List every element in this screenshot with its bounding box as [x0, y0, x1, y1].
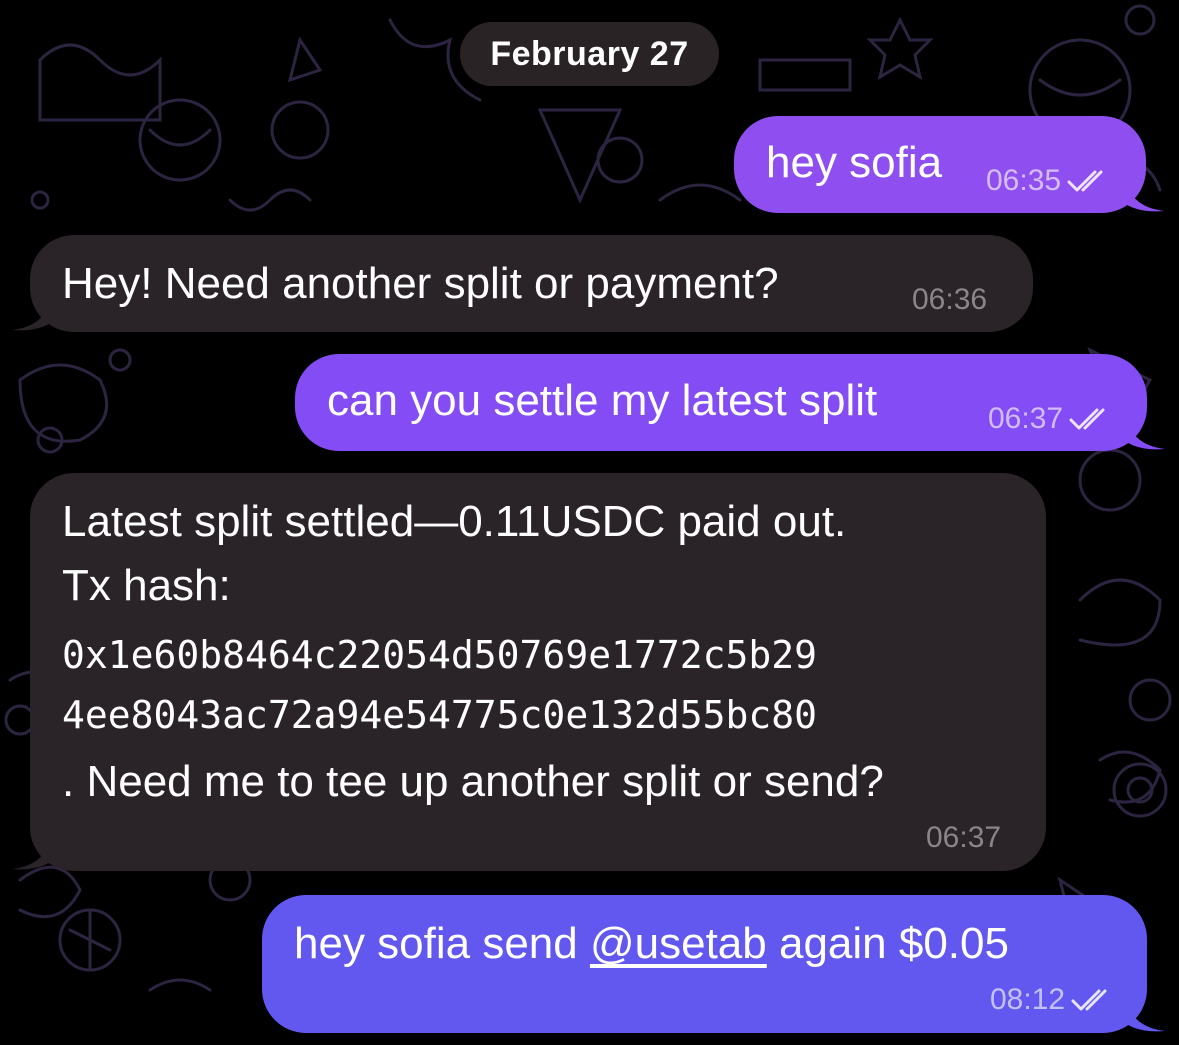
message-bubble-outgoing[interactable]: hey sofia 06:35	[734, 116, 1164, 213]
message-bubble-outgoing[interactable]: hey sofia send @usetab again $0.05 08:12	[262, 895, 1165, 1033]
message-time: 06:37	[988, 402, 1064, 435]
bubble-tail	[12, 831, 52, 870]
message-bubble-outgoing[interactable]: can you settle my latest split 06:37	[295, 354, 1165, 451]
message-line: Tx hash:	[62, 561, 231, 610]
message-text-before: hey sofia send	[294, 919, 590, 968]
message-line: . Need me to tee up another split or sen…	[62, 757, 884, 806]
message-meta: 06:37	[926, 821, 1001, 855]
message-time: 08:12	[990, 983, 1066, 1016]
message-meta: 06:35	[986, 164, 1109, 198]
message-text: can you settle my latest split	[327, 376, 878, 425]
message-meta: 06:36	[912, 283, 987, 317]
mention-link[interactable]: @usetab	[590, 919, 767, 968]
bubble-tail	[1124, 173, 1164, 212]
double-check-icon	[1067, 170, 1103, 192]
message-meta: 08:12	[990, 983, 1113, 1017]
message-text: hey sofia	[766, 138, 943, 187]
double-check-icon	[1071, 989, 1107, 1011]
message-line: Latest split settled—0.11USDC paid out.	[62, 497, 847, 546]
tx-hash-line[interactable]: 4ee8043ac72a94e54775c0e132d55bc80	[62, 693, 817, 737]
message-meta: 06:37	[988, 402, 1111, 436]
double-check-icon	[1069, 408, 1105, 430]
message-text: Hey! Need another split or payment?	[62, 259, 779, 308]
message-time: 06:36	[912, 283, 988, 316]
tx-hash-line[interactable]: 0x1e60b8464c22054d50769e1772c5b29	[62, 633, 817, 677]
message-time: 06:35	[986, 164, 1062, 197]
message-bubble-incoming[interactable]: Hey! Need another split or payment? 06:3…	[12, 235, 1033, 332]
bubble-tail	[12, 292, 52, 331]
bubble-tail	[1125, 411, 1165, 450]
date-separator: February 27	[460, 22, 719, 86]
bubble-tail	[1125, 993, 1165, 1032]
message-time: 06:37	[926, 821, 1002, 854]
message-bubble-incoming[interactable]: Latest split settled—0.11USDC paid out. …	[12, 473, 1046, 871]
message-text: hey sofia send @usetab again $0.05	[294, 919, 1009, 969]
message-text-after: again $0.05	[766, 919, 1009, 968]
